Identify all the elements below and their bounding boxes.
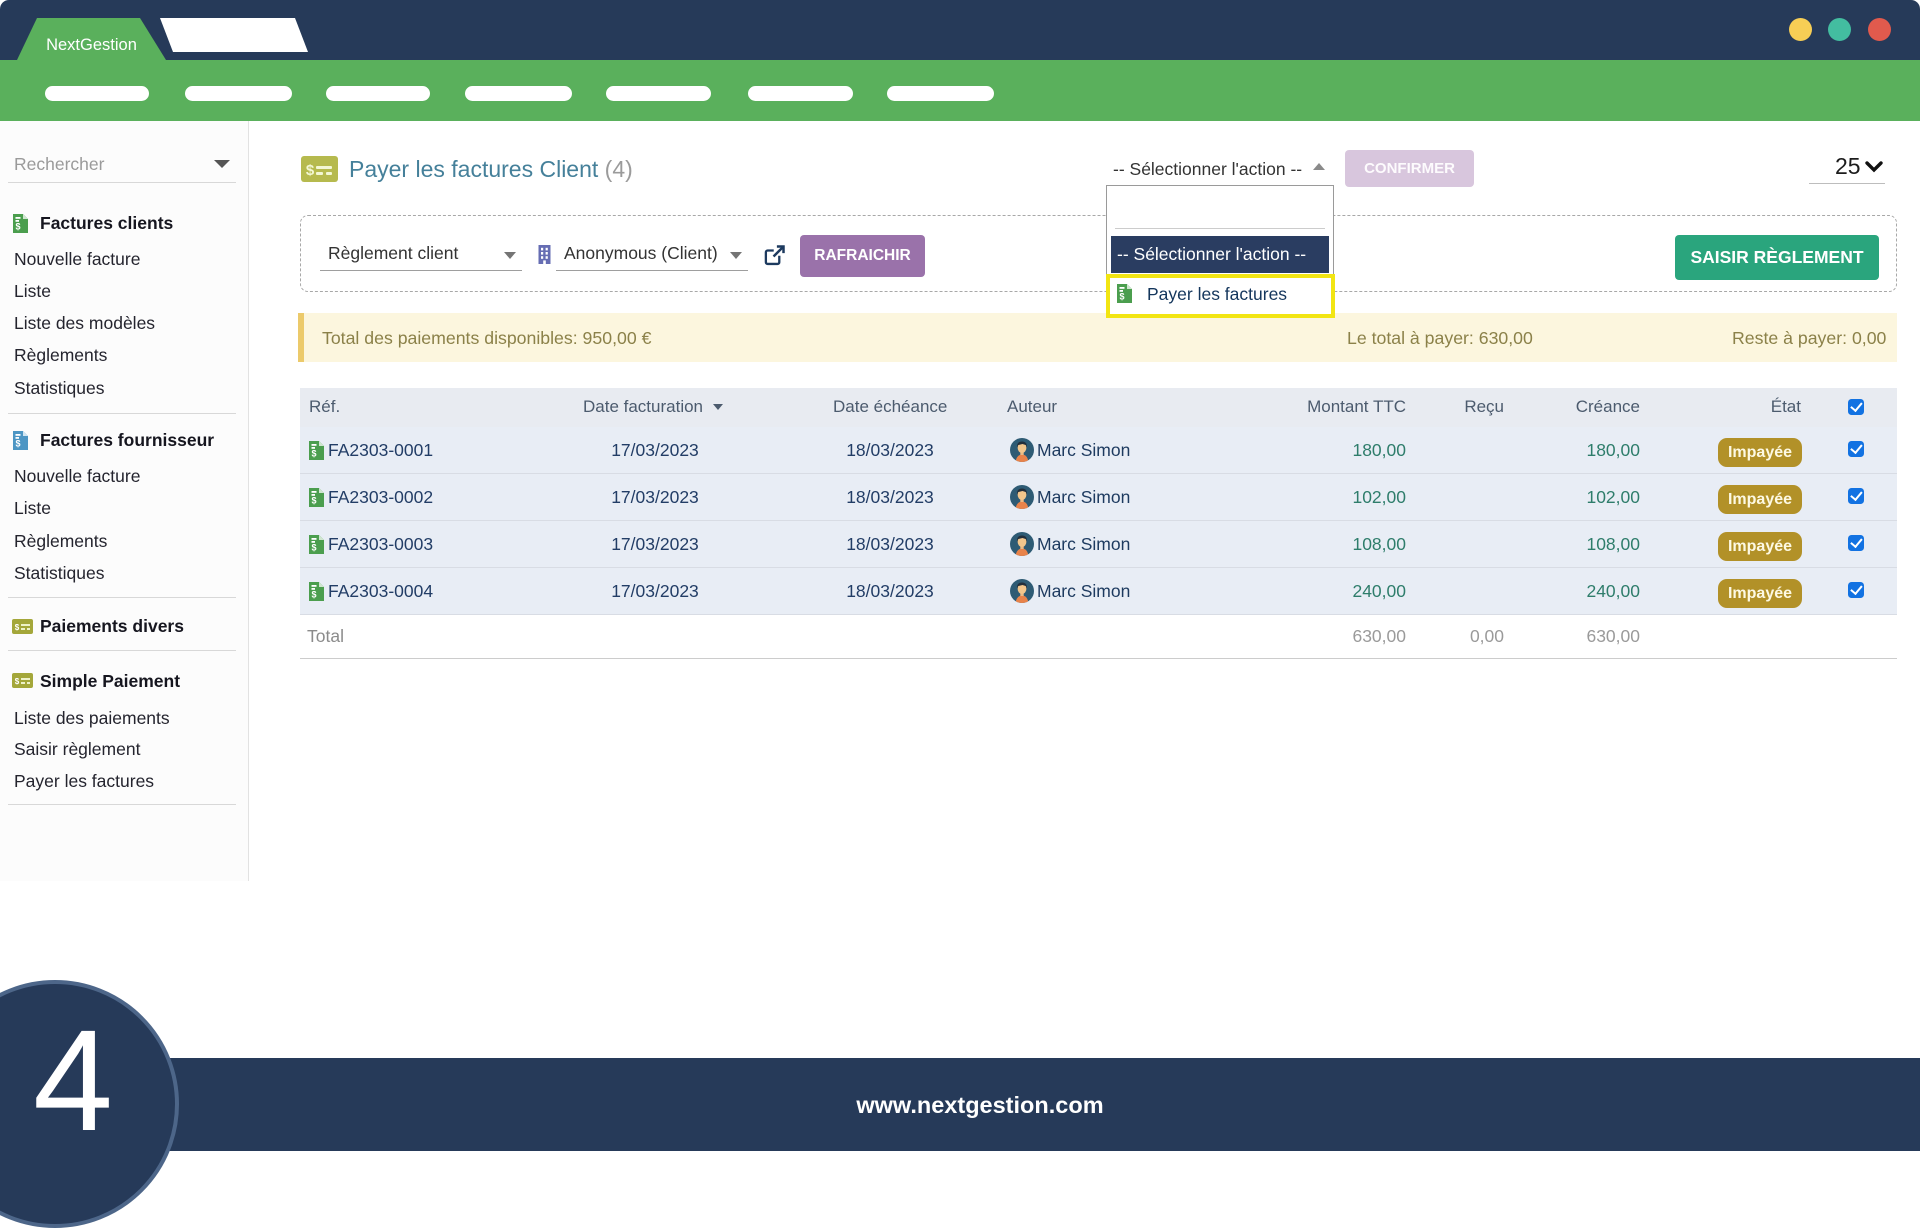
svg-text:$: $ bbox=[15, 623, 20, 632]
svg-text:$: $ bbox=[311, 449, 316, 459]
svg-text:$: $ bbox=[311, 496, 316, 506]
svg-text:$: $ bbox=[15, 439, 20, 449]
svg-text:$: $ bbox=[15, 677, 20, 686]
svg-text:$: $ bbox=[306, 162, 315, 179]
svg-text:$: $ bbox=[1119, 292, 1124, 302]
svg-text:$: $ bbox=[311, 590, 316, 600]
svg-text:$: $ bbox=[15, 222, 20, 232]
svg-text:$: $ bbox=[311, 543, 316, 553]
